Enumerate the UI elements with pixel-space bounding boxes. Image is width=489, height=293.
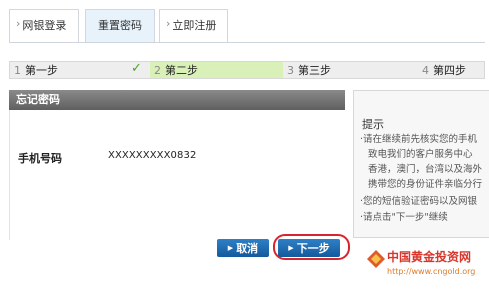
triangle-right-icon: ▶ bbox=[227, 244, 234, 252]
phone-value: XXXXXXXXX0832 bbox=[108, 150, 197, 161]
step-2: 2 第二步 bbox=[150, 62, 283, 78]
step-label: 第四步 bbox=[433, 64, 466, 77]
tip-line: 致电我们的客户服务中心 bbox=[368, 149, 473, 160]
step-number: 2 bbox=[154, 63, 161, 77]
tab-online-banking-login[interactable]: › 网银登录 bbox=[9, 9, 79, 42]
step-1: 1 第一步 ✓ bbox=[10, 61, 150, 78]
tab-bar: › 网银登录 重置密码 › 立即注册 bbox=[9, 9, 485, 43]
highlight-circle bbox=[273, 234, 350, 260]
tip-line: ·您的短信验证密码以及网银 bbox=[360, 196, 478, 207]
tip-line: 香港，澳门，台湾以及海外 bbox=[368, 164, 483, 175]
tab-label: 立即注册 bbox=[172, 19, 217, 32]
watermark-name: 中国黄金投资网 bbox=[387, 250, 472, 264]
step-label: 第三步 bbox=[298, 64, 331, 77]
cancel-button[interactable]: ▶ 取消 bbox=[217, 239, 269, 257]
step-3: 3 第三步 bbox=[283, 62, 418, 78]
tip-line: ·请在继续前先核实您的手机 bbox=[360, 134, 478, 145]
tip-line: ·请点击"下一步"继续 bbox=[360, 212, 448, 223]
watermark: 中国黄金投资网 http://www.cngold.org bbox=[366, 245, 489, 291]
panel-title: 忘记密码 bbox=[9, 90, 345, 110]
tip-line: 携带您的身份证件亲临分行 bbox=[368, 179, 483, 190]
step-number: 1 bbox=[14, 63, 21, 77]
tab-reset-password[interactable]: 重置密码 bbox=[85, 9, 155, 43]
tips-box: 提示 ·请在继续前先核实您的手机 致电我们的客户服务中心 香港，澳门，台湾以及海… bbox=[353, 90, 489, 238]
phone-label: 手机号码 bbox=[18, 152, 62, 165]
cancel-button-label: 取消 bbox=[236, 242, 259, 255]
tab-register-now[interactable]: › 立即注册 bbox=[159, 9, 228, 42]
tab-baseline bbox=[9, 42, 485, 43]
tips-title: 提示 bbox=[362, 118, 384, 131]
chevron-right-icon: › bbox=[16, 17, 21, 30]
step-number: 3 bbox=[287, 63, 294, 77]
site-logo-icon bbox=[367, 250, 385, 268]
check-icon: ✓ bbox=[131, 61, 142, 76]
panel-body: 手机号码 XXXXXXXXX0832 ▶ 取消 ▶ 下一步 bbox=[9, 110, 350, 260]
step-number: 4 bbox=[422, 63, 429, 77]
watermark-url: http://www.cngold.org bbox=[387, 267, 476, 276]
chevron-right-icon: › bbox=[166, 17, 171, 30]
progress-steps: 1 第一步 ✓ 2 第二步 3 第三步 4 第四步 bbox=[9, 61, 485, 79]
tab-label: 重置密码 bbox=[98, 19, 142, 32]
forgot-password-panel: 忘记密码 手机号码 XXXXXXXXX0832 ▶ 取消 ▶ 下一步 bbox=[9, 90, 350, 260]
step-label: 第一步 bbox=[25, 64, 58, 77]
step-label: 第二步 bbox=[165, 64, 198, 77]
step-4: 4 第四步 bbox=[418, 62, 484, 78]
tab-label: 网银登录 bbox=[22, 19, 67, 32]
